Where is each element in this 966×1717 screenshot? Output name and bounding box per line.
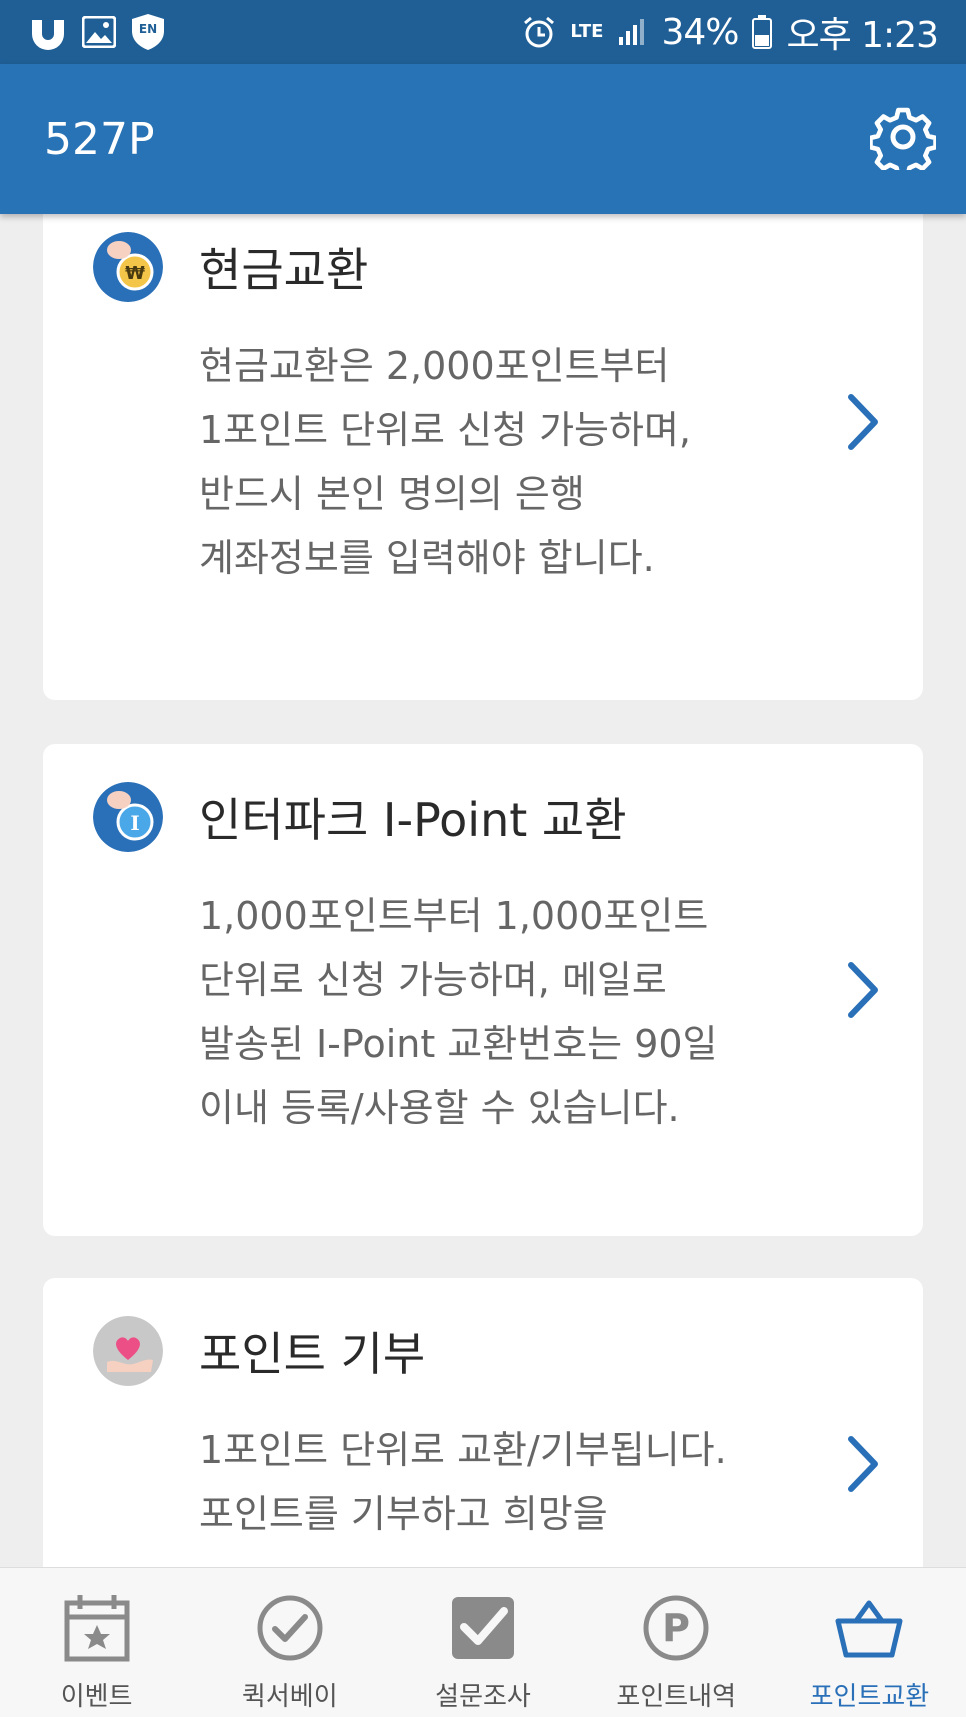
i-point-coin-icon: I bbox=[93, 782, 163, 852]
u-plus-icon bbox=[28, 14, 68, 50]
check-circle-icon bbox=[250, 1588, 330, 1668]
card-description: 1포인트 단위로 교환/기부됩니다. 포인트를 기부하고 희망을 bbox=[199, 1418, 819, 1546]
ipoint-exchange-card[interactable]: I 인터파크 I-Point 교환 1,000포인트부터 1,000포인트 단위… bbox=[43, 744, 923, 1236]
exchange-list[interactable]: ₩ 현금교환 현금교환은 2,000포인트부터 1포인트 단위로 신청 가능하며… bbox=[0, 214, 966, 1567]
card-title: 인터파크 I-Point 교환 bbox=[199, 793, 627, 847]
description-line: 1,000포인트부터 1,000포인트 bbox=[199, 894, 709, 938]
alarm-icon bbox=[522, 15, 556, 49]
battery-icon bbox=[752, 15, 773, 49]
calendar-star-icon bbox=[57, 1588, 137, 1668]
description-line: 반드시 본인 명의의 은행 bbox=[199, 472, 585, 516]
lte-indicator: LTE bbox=[570, 21, 604, 42]
description-line: 현금교환은 2,000포인트부터 bbox=[199, 344, 670, 388]
nav-item-point-history[interactable]: P 포인트내역 bbox=[580, 1568, 773, 1717]
nav-item-event[interactable]: 이벤트 bbox=[0, 1568, 193, 1717]
nav-label: 포인트교환 bbox=[809, 1682, 930, 1712]
status-bar: EN LTE 34% 오후 1:23 bbox=[0, 0, 966, 64]
basket-icon bbox=[829, 1588, 909, 1668]
description-line: 발송된 I-Point 교환번호는 90일 bbox=[199, 1022, 718, 1066]
nav-item-survey[interactable]: 설문조사 bbox=[386, 1568, 579, 1717]
description-line: 1포인트 단위로 신청 가능하며, bbox=[199, 408, 692, 452]
chevron-right-icon[interactable] bbox=[843, 1434, 883, 1494]
svg-text:EN: EN bbox=[139, 22, 157, 36]
nav-label: 이벤트 bbox=[60, 1682, 133, 1712]
bottom-navigation: 이벤트 퀵서베이 설문조사 P 포인트내역 포인트교환 bbox=[0, 1567, 966, 1717]
chevron-right-icon[interactable] bbox=[843, 392, 883, 452]
clock: 오후 1:23 bbox=[786, 15, 939, 56]
nav-item-point-exchange[interactable]: 포인트교환 bbox=[773, 1568, 966, 1717]
battery-percent: 34% bbox=[661, 11, 739, 53]
status-left-icons: EN bbox=[28, 13, 166, 51]
card-description: 현금교환은 2,000포인트부터 1포인트 단위로 신청 가능하며, 반드시 본… bbox=[199, 334, 819, 590]
cash-exchange-card[interactable]: ₩ 현금교환 현금교환은 2,000포인트부터 1포인트 단위로 신청 가능하며… bbox=[43, 214, 923, 700]
heart-hand-icon bbox=[93, 1316, 163, 1386]
en-shield-icon: EN bbox=[130, 13, 166, 51]
svg-text:₩: ₩ bbox=[125, 263, 145, 284]
card-description: 1,000포인트부터 1,000포인트 단위로 신청 가능하며, 메일로 발송된… bbox=[199, 884, 819, 1140]
gallery-icon bbox=[82, 16, 116, 48]
description-line: 1포인트 단위로 교환/기부됩니다. bbox=[199, 1428, 727, 1472]
status-right-icons: LTE 34% 오후 1:23 bbox=[522, 6, 939, 58]
description-line: 단위로 신청 가능하며, 메일로 bbox=[199, 958, 667, 1002]
description-line: 포인트를 기부하고 희망을 bbox=[199, 1492, 608, 1536]
card-title: 포인트 기부 bbox=[199, 1327, 426, 1381]
p-circle-icon: P bbox=[636, 1588, 716, 1668]
signal-icon bbox=[617, 17, 647, 47]
nav-label: 퀵서베이 bbox=[241, 1682, 338, 1712]
nav-item-quick-survey[interactable]: 퀵서베이 bbox=[193, 1568, 386, 1717]
svg-text:I: I bbox=[130, 811, 139, 835]
description-line: 이내 등록/사용할 수 있습니다. bbox=[199, 1086, 680, 1130]
card-title: 현금교환 bbox=[199, 243, 369, 297]
won-coin-icon: ₩ bbox=[93, 232, 163, 302]
nav-label: 설문조사 bbox=[435, 1682, 531, 1712]
settings-button[interactable] bbox=[868, 104, 938, 178]
svg-text:P: P bbox=[662, 1606, 690, 1650]
point-donation-card[interactable]: 포인트 기부 1포인트 단위로 교환/기부됩니다. 포인트를 기부하고 희망을 bbox=[43, 1278, 923, 1567]
nav-label: 포인트내역 bbox=[616, 1682, 737, 1712]
app-bar: 527P bbox=[0, 64, 966, 214]
gear-icon bbox=[868, 104, 938, 178]
checkbox-icon bbox=[443, 1588, 523, 1668]
chevron-right-icon[interactable] bbox=[843, 960, 883, 1020]
points-balance: 527P bbox=[44, 113, 155, 165]
description-line: 계좌정보를 입력해야 합니다. bbox=[199, 536, 655, 580]
